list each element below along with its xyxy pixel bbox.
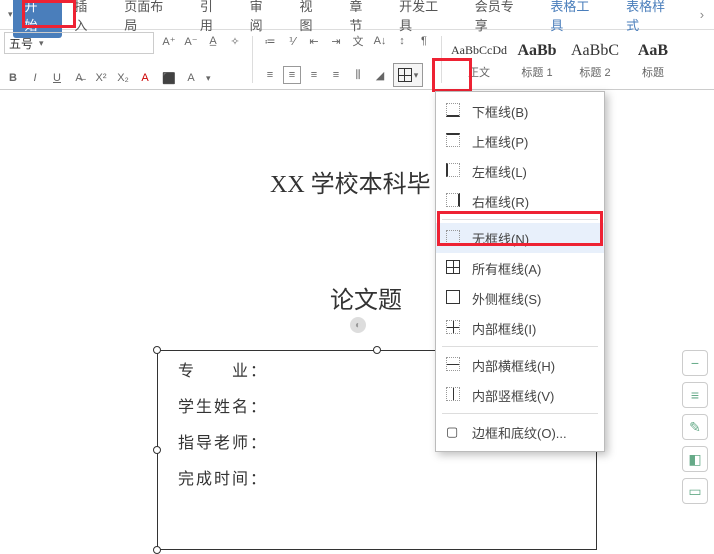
border-menu: 下框线(B) 上框线(P) 左框线(L) 右框线(R) 无框线(N) 所有框线(… xyxy=(435,91,605,452)
show-marks-button[interactable]: ¶ xyxy=(415,32,433,50)
page-button[interactable]: ▭ xyxy=(682,478,708,504)
border-grid-icon xyxy=(398,68,412,82)
menu-border-more[interactable]: ▢边框和底纹(O)... xyxy=(436,417,604,447)
paragraph-anchor-icon[interactable]: ◐ xyxy=(350,317,366,333)
number-list-button[interactable]: ⅟ xyxy=(283,32,301,50)
subscript-button[interactable]: X₂ xyxy=(114,69,132,87)
pencil-button[interactable]: ✎ xyxy=(682,414,708,440)
clear-format-button[interactable]: ✧ xyxy=(226,32,244,50)
menu-border-left[interactable]: 左框线(L) xyxy=(436,156,604,186)
text-direction-button[interactable]: 文 xyxy=(349,32,367,50)
form-row-date[interactable]: 完成时间： xyxy=(158,459,596,495)
style-h2[interactable]: AaBbC 标题 2 xyxy=(566,32,624,87)
dropdown-icon: ▾ xyxy=(39,38,44,49)
align-right-button[interactable]: ≡ xyxy=(305,66,323,84)
font-size-value: 五号 xyxy=(9,35,33,52)
shading-button[interactable]: ◢ xyxy=(371,66,389,84)
doc-title-1: XX 学校本科毕 xyxy=(270,164,431,199)
shrink-font-button[interactable]: A⁻ xyxy=(182,32,200,50)
tab-bar: ▾ 开始 插入 页面布局 引用 审阅 视图 章节 开发工具 会员专享 表格工具 … xyxy=(0,0,714,30)
align-center-button[interactable]: ≡ xyxy=(283,66,301,84)
font-size-group: 五号 ▾ B I U A̶ X² X₂ A xyxy=(4,32,154,87)
font-color-2-button[interactable]: A xyxy=(182,69,200,87)
menu-border-top[interactable]: 上框线(P) xyxy=(436,126,604,156)
menu-border-iv[interactable]: 内部竖框线(V) xyxy=(436,380,604,410)
dropdown-icon: ▾ xyxy=(206,73,211,84)
font-color-button[interactable]: A xyxy=(136,69,154,87)
change-case-button[interactable]: A̲ xyxy=(204,32,222,50)
menu-border-none[interactable]: 无框线(N) xyxy=(436,223,604,253)
style-normal[interactable]: AaBbCcDd 正文 xyxy=(450,32,508,87)
italic-button[interactable]: I xyxy=(26,69,44,87)
menu-border-right[interactable]: 右框线(R) xyxy=(436,186,604,216)
bullet-list-button[interactable]: ≔ xyxy=(261,32,279,50)
strike-button[interactable]: A̶ xyxy=(70,69,88,87)
square-icon: ▢ xyxy=(446,424,462,440)
style-title[interactable]: AaB 标题 xyxy=(624,32,682,87)
dropdown-icon: ▾ xyxy=(414,70,419,81)
indent-right-button[interactable]: ⇥ xyxy=(327,32,345,50)
eraser-button[interactable]: ◧ xyxy=(682,446,708,472)
line-spacing-button[interactable]: ↕ xyxy=(393,32,411,50)
distribute-button[interactable]: ⫼ xyxy=(349,66,367,84)
zoom-out-button[interactable]: − xyxy=(682,350,708,376)
ribbon: 五号 ▾ B I U A̶ X² X₂ A A⁺ A⁻ A̲ ✧ ⬛ A ▾ ≔… xyxy=(0,30,714,90)
border-dropdown-button[interactable]: ▾ xyxy=(393,63,423,87)
menu-border-all[interactable]: 所有框线(A) xyxy=(436,253,604,283)
sort-button[interactable]: A↓ xyxy=(371,32,389,50)
align-left-button[interactable]: ≡ xyxy=(261,66,279,84)
doc-title-2: 论文题 xyxy=(330,280,402,315)
underline-button[interactable]: U xyxy=(48,69,66,87)
font-size-selector[interactable]: 五号 ▾ xyxy=(4,32,154,54)
indent-left-button[interactable]: ⇤ xyxy=(305,32,323,50)
bold-button[interactable]: B xyxy=(4,69,22,87)
menu-border-outside[interactable]: 外侧框线(S) xyxy=(436,283,604,313)
document-canvas: XX 学校本科毕 论文题 ◐ 专 业： 学生姓名： 指导老师： 完成时间： xyxy=(0,92,714,547)
tabs-overflow-icon[interactable]: › xyxy=(690,3,714,26)
align-justify-button[interactable]: ≡ xyxy=(327,66,345,84)
menu-border-bottom[interactable]: 下框线(B) xyxy=(436,96,604,126)
menu-border-ih[interactable]: 内部横框线(H) xyxy=(436,350,604,380)
side-toolbar: − ≡ ✎ ◧ ▭ xyxy=(682,350,708,504)
style-gallery: AaBbCcDd 正文 AaBb 标题 1 AaBbC 标题 2 AaB 标题 xyxy=(450,32,682,87)
highlight-button[interactable]: ⬛ xyxy=(160,69,178,87)
file-menu-icon[interactable]: ▾ xyxy=(8,9,13,20)
menu-border-inside[interactable]: 内部框线(I) xyxy=(436,313,604,343)
style-h1[interactable]: AaBb 标题 1 xyxy=(508,32,566,87)
superscript-button[interactable]: X² xyxy=(92,69,110,87)
outline-button[interactable]: ≡ xyxy=(682,382,708,408)
grow-font-button[interactable]: A⁺ xyxy=(160,32,178,50)
